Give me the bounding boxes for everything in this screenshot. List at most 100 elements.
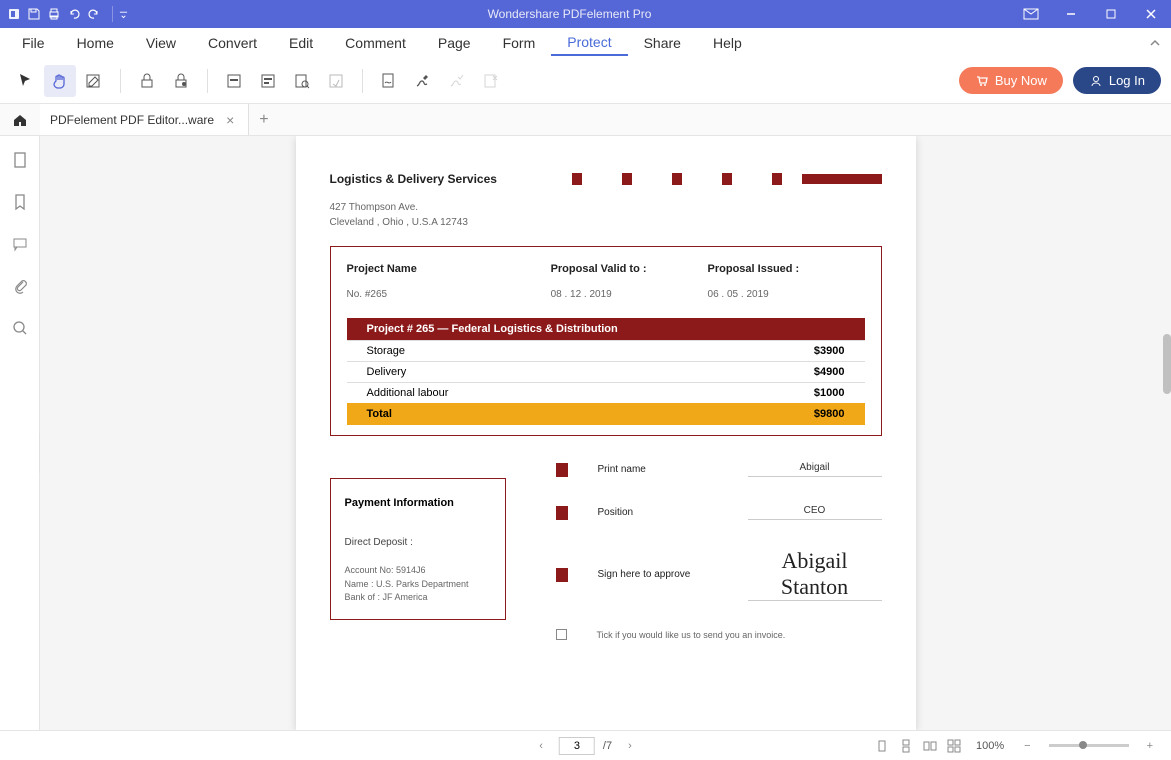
signature-value: Abigail Stanton	[748, 548, 882, 601]
menu-form[interactable]: Form	[487, 31, 552, 55]
quick-dropdown-icon[interactable]	[112, 6, 128, 22]
minimize-button[interactable]	[1051, 0, 1091, 28]
menu-protect[interactable]: Protect	[551, 30, 627, 56]
menu-view[interactable]: View	[130, 31, 192, 55]
add-tab-button[interactable]: +	[249, 111, 278, 129]
menu-bar: File Home View Convert Edit Comment Page…	[0, 28, 1171, 58]
page-number-input[interactable]	[559, 737, 595, 755]
document-tab-title: PDFelement PDF Editor...ware	[50, 113, 214, 127]
maximize-button[interactable]	[1091, 0, 1131, 28]
scrollbar-thumb[interactable]	[1163, 334, 1171, 394]
page-total: /7	[603, 740, 612, 752]
menu-share[interactable]: Share	[628, 31, 697, 55]
user-icon	[1089, 74, 1103, 88]
payment-title: Payment Information	[345, 497, 491, 509]
bookmarks-icon[interactable]	[8, 190, 32, 214]
document-tab[interactable]: PDFelement PDF Editor...ware ×	[40, 104, 249, 135]
bullet-icon	[556, 568, 568, 582]
header-decor	[572, 173, 782, 185]
print-icon[interactable]	[46, 6, 62, 22]
thumbnails-icon[interactable]	[8, 148, 32, 172]
table-row: Delivery$4900	[347, 361, 865, 382]
select-tool-icon[interactable]	[10, 65, 42, 97]
menu-comment[interactable]: Comment	[329, 31, 422, 55]
permissions-icon[interactable]	[165, 65, 197, 97]
buy-now-button[interactable]: Buy Now	[959, 67, 1063, 94]
prev-page-icon[interactable]: ‹	[531, 738, 551, 754]
login-button[interactable]: Log In	[1073, 67, 1161, 94]
close-button[interactable]	[1131, 0, 1171, 28]
continuous-page-icon[interactable]	[896, 736, 916, 756]
save-icon[interactable]	[26, 6, 42, 22]
table-header: Project # 265 — Federal Logistics & Dist…	[347, 318, 865, 340]
login-label: Log In	[1109, 73, 1145, 88]
position-value: CEO	[748, 505, 882, 520]
attachments-icon[interactable]	[8, 274, 32, 298]
menu-convert[interactable]: Convert	[192, 31, 273, 55]
home-tab-icon[interactable]	[0, 112, 40, 128]
val-issued: 06 . 05 . 2019	[708, 289, 865, 300]
redact-properties-icon[interactable]	[320, 65, 352, 97]
search-panel-icon[interactable]	[8, 316, 32, 340]
project-box: Project Name Proposal Valid to : Proposa…	[330, 246, 882, 436]
search-redact-icon[interactable]	[286, 65, 318, 97]
redact-mark-icon[interactable]	[218, 65, 250, 97]
val-project-name: No. #265	[347, 289, 551, 300]
next-page-icon[interactable]: ›	[620, 738, 640, 754]
edit-tool-icon[interactable]	[78, 65, 110, 97]
sign-pen-icon[interactable]	[407, 65, 439, 97]
comments-icon[interactable]	[8, 232, 32, 256]
col-issued: Proposal Issued :	[708, 263, 865, 275]
bullet-icon	[556, 463, 568, 477]
company-address: 427 Thompson Ave. Cleveland , Ohio , U.S…	[330, 200, 882, 230]
invoice-tick-label: Tick if you would like us to send you an…	[597, 630, 786, 640]
menu-file[interactable]: File	[6, 31, 61, 55]
validate-sign-icon[interactable]	[441, 65, 473, 97]
payment-info-box: Payment Information Direct Deposit : Acc…	[330, 478, 506, 620]
toolbar: Buy Now Log In	[0, 58, 1171, 104]
table-total: Total$9800	[347, 403, 865, 425]
clear-sign-icon[interactable]	[475, 65, 507, 97]
table-row: Additional labour$1000	[347, 382, 865, 403]
mail-icon[interactable]	[1011, 0, 1051, 28]
menu-edit[interactable]: Edit	[273, 31, 329, 55]
close-tab-icon[interactable]: ×	[222, 112, 238, 128]
print-name-label: Print name	[598, 464, 718, 475]
two-page-icon[interactable]	[920, 736, 940, 756]
cost-table: Project # 265 — Federal Logistics & Dist…	[347, 318, 865, 425]
app-title: Wondershare PDFelement Pro	[128, 7, 1011, 21]
menu-home[interactable]: Home	[61, 31, 130, 55]
payment-subtitle: Direct Deposit :	[345, 537, 491, 548]
header-bar	[802, 174, 882, 184]
col-valid-to: Proposal Valid to :	[551, 263, 708, 275]
sign-here-label: Sign here to approve	[598, 569, 718, 580]
bullet-icon	[556, 506, 568, 520]
redo-icon[interactable]	[86, 6, 102, 22]
password-icon[interactable]	[131, 65, 163, 97]
invoice-checkbox[interactable]	[556, 629, 567, 640]
menu-page[interactable]: Page	[422, 31, 487, 55]
redact-apply-icon[interactable]	[252, 65, 284, 97]
status-bar: ‹ /7 › 100% − +	[0, 730, 1171, 760]
zoom-in-icon[interactable]: +	[1139, 738, 1161, 754]
title-bar: Wondershare PDFelement Pro	[0, 0, 1171, 28]
cart-icon	[975, 74, 989, 88]
left-sidebar: ›	[0, 136, 40, 730]
hand-tool-icon[interactable]	[44, 65, 76, 97]
undo-icon[interactable]	[66, 6, 82, 22]
single-page-icon[interactable]	[872, 736, 892, 756]
table-row: Storage$3900	[347, 340, 865, 361]
two-page-continuous-icon[interactable]	[944, 736, 964, 756]
print-name-value: Abigail	[748, 462, 882, 477]
position-label: Position	[598, 507, 718, 518]
zoom-out-icon[interactable]: −	[1016, 738, 1038, 754]
zoom-level: 100%	[976, 740, 1004, 752]
menu-help[interactable]: Help	[697, 31, 758, 55]
sign-document-icon[interactable]	[373, 65, 405, 97]
app-logo-icon	[6, 6, 22, 22]
document-viewport[interactable]: Logistics & Delivery Services 427 Thomps…	[40, 136, 1171, 730]
collapse-ribbon-icon[interactable]	[1149, 37, 1161, 49]
company-name: Logistics & Delivery Services	[330, 172, 497, 186]
val-valid-to: 08 . 12 . 2019	[551, 289, 708, 300]
zoom-slider[interactable]	[1049, 744, 1129, 747]
